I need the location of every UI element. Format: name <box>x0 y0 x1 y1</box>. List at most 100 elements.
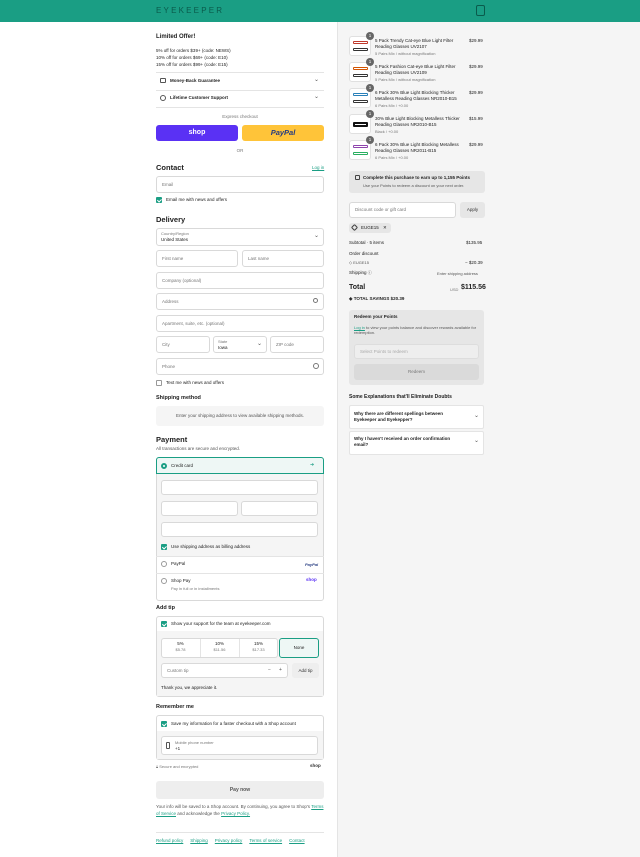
billing-checkbox[interactable] <box>161 544 167 550</box>
paypal-logo: PayPal <box>305 562 319 567</box>
news-label: Email me with news and offers <box>166 197 227 202</box>
shoppay-sublabel: Pay in full or in installments <box>171 586 220 591</box>
tip-checkbox[interactable] <box>161 621 167 627</box>
faq-question: Why I haven't received an order confirma… <box>354 436 451 448</box>
product-title: 5 Pack Fashion Cat-eye Blue Light Filter… <box>375 64 456 76</box>
plus-icon[interactable]: + <box>279 667 282 674</box>
apartment-placeholder: Apartment, suite, etc. (optional) <box>162 321 225 326</box>
custom-tip-field[interactable]: Custom tip − + <box>161 663 288 678</box>
product-title: 30% Blue Light Blocking Metalless Thicke… <box>375 116 460 128</box>
card-name-field[interactable] <box>161 522 318 537</box>
tip-option-15[interactable]: 15% $17.33 <box>239 641 278 652</box>
city-placeholder: City <box>162 342 170 347</box>
offer-title: Limited Offer! <box>156 34 196 40</box>
card-number-field[interactable] <box>161 480 318 495</box>
offer-line: 15% off for orders $99+ (code: E15) <box>156 62 228 67</box>
quantity-badge: 1 <box>366 58 374 66</box>
news-checkbox[interactable] <box>156 197 162 203</box>
redeem-select[interactable]: Select Points to redeem <box>354 344 479 359</box>
info-icon[interactable]: ⓘ <box>368 270 372 275</box>
terms-of-service-link[interactable]: Terms of service <box>249 838 282 844</box>
add-tip-button[interactable]: Add tip <box>292 663 319 678</box>
billing-label: Use shipping address as billing address <box>171 544 251 549</box>
remember-checkbox[interactable] <box>161 721 167 727</box>
product-price: $29.99 <box>469 142 483 147</box>
product-price: $15.99 <box>469 116 483 121</box>
cart-bag-icon[interactable] <box>476 5 485 16</box>
last-name-field[interactable]: Last name <box>242 250 324 267</box>
subtotal-value: $135.95 <box>466 240 483 245</box>
remove-code-icon[interactable]: ✕ <box>383 225 387 230</box>
shipping-message: Enter your shipping address to view avai… <box>175 413 305 418</box>
remember-title: Remember me <box>156 704 194 710</box>
shop-pay-button[interactable]: shop <box>156 125 238 141</box>
money-back-label[interactable]: Money-Back Guarantee <box>170 78 220 84</box>
contact-link[interactable]: Contact <box>289 838 305 844</box>
tip-option-10[interactable]: 10% $11.56 <box>200 641 239 652</box>
shoppay-logo: shop <box>306 577 317 582</box>
mobile-phone-field[interactable]: Mobile phone number +1 <box>161 736 318 755</box>
apartment-field[interactable]: Apartment, suite, etc. (optional) <box>156 315 324 332</box>
login-link[interactable]: Log in <box>312 165 324 171</box>
card-cvv-field[interactable] <box>241 501 318 516</box>
custom-tip-placeholder: Custom tip <box>167 668 189 673</box>
state-value: Iowa <box>218 345 228 350</box>
tip-option-none[interactable]: None <box>279 638 319 658</box>
chevron-down-icon[interactable]: ⌄ <box>314 76 319 83</box>
paypal-label: PayPal <box>171 561 186 566</box>
redeem-placeholder: Select Points to redeem <box>360 349 408 354</box>
company-field[interactable]: Company (optional) <box>156 272 324 289</box>
phone-field[interactable]: Phone <box>156 358 324 375</box>
tip-option-5[interactable]: 5% $5.78 <box>161 641 200 652</box>
footer-divider <box>156 832 324 833</box>
city-field[interactable]: City <box>156 336 210 353</box>
country-select[interactable]: Country/Region United States ⌄ <box>156 228 324 246</box>
search-icon <box>313 298 318 303</box>
faq-title: Some Explanations that'll Eliminate Doub… <box>349 394 452 400</box>
product-variant: Black / +0.00 <box>375 129 399 134</box>
shipping-link[interactable]: Shipping <box>190 838 208 844</box>
state-select[interactable]: State Iowa ⌄ <box>213 336 267 353</box>
discount-code-field[interactable]: Discount code or gift card <box>349 202 456 218</box>
credit-card-radio[interactable] <box>161 463 167 469</box>
support-label[interactable]: Lifetime Customer Support <box>170 95 228 101</box>
mobile-value: +1 <box>175 746 181 751</box>
redeem-button[interactable]: Redeem <box>354 364 479 380</box>
apply-button[interactable]: Apply <box>460 202 485 218</box>
privacy-link[interactable]: Privacy Policy. <box>221 811 250 816</box>
quantity-badge: 1 <box>366 136 374 144</box>
shop-logo: shop <box>310 763 321 768</box>
chevron-down-icon[interactable]: ⌄ <box>314 93 319 100</box>
privacy-policy-link[interactable]: Privacy policy <box>215 838 243 844</box>
top-header: EYEKEEPER <box>0 0 640 22</box>
product-price: $29.99 <box>469 90 483 95</box>
redeem-text: Log in to view your points balance and d… <box>354 325 479 335</box>
legal-body: Your info will be saved to a Shop accoun… <box>156 804 311 809</box>
calendar-icon <box>160 78 166 83</box>
tag-icon <box>350 223 359 232</box>
shipping-text: Shipping <box>349 270 367 275</box>
eyekeeper-logo[interactable]: EYEKEEPER <box>156 6 224 15</box>
refund-policy-link[interactable]: Refund policy <box>156 838 183 844</box>
faq-item[interactable]: Why there are different spellings betwee… <box>349 405 484 429</box>
card-expiry-field[interactable] <box>161 501 238 516</box>
divider <box>156 90 324 91</box>
minus-icon[interactable]: − <box>268 667 271 674</box>
footer-links: Refund policy Shipping Privacy policy Te… <box>156 838 305 844</box>
email-field[interactable]: Email <box>156 176 324 193</box>
shoppay-radio[interactable] <box>161 578 167 584</box>
tip-amount: $5.78 <box>175 647 186 653</box>
paypal-button[interactable]: PayPal <box>242 125 324 141</box>
currency-label: USD <box>450 287 459 292</box>
pay-now-button[interactable]: Pay now <box>156 781 324 799</box>
faq-item[interactable]: Why I haven't received an order confirma… <box>349 431 484 455</box>
points-subtitle: Use your Points to redeem a discount on … <box>363 183 465 188</box>
first-name-field[interactable]: First name <box>156 250 238 267</box>
paypal-radio[interactable] <box>161 561 167 567</box>
address-field[interactable]: Address <box>156 293 324 310</box>
text-me-checkbox[interactable] <box>156 380 162 386</box>
tip-amount: $17.33 <box>252 647 265 653</box>
help-icon[interactable] <box>313 363 319 369</box>
quantity-badge: 1 <box>366 84 374 92</box>
zip-field[interactable]: ZIP code <box>270 336 324 353</box>
